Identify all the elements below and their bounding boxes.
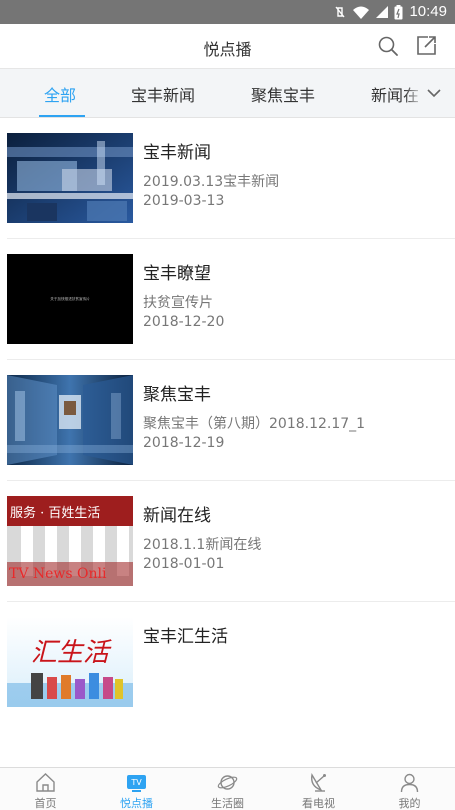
status-time: 10:49	[409, 3, 447, 20]
item-title: 宝丰新闻	[143, 143, 211, 163]
item-date: 2019-03-13	[143, 193, 225, 209]
item-subtitle: 2019.03.13宝丰新闻	[143, 174, 280, 190]
search-icon[interactable]	[378, 36, 398, 56]
signal-icon	[376, 6, 388, 18]
battery-icon	[394, 4, 403, 19]
status-bar: 10:49	[0, 0, 455, 24]
category-tabs: 全部 宝丰新闻 聚焦宝丰 新闻在	[0, 68, 455, 118]
wifi-icon	[353, 6, 369, 19]
nav-vod[interactable]: TV 悦点播	[91, 768, 182, 810]
thumbnail-calligraphy-text: 汇生活	[31, 638, 112, 668]
nav-mine[interactable]: 我的	[364, 768, 455, 810]
nav-life-circle[interactable]: 生活圈	[182, 768, 273, 810]
item-title: 聚焦宝丰	[143, 385, 211, 405]
vibrate-icon	[335, 6, 345, 18]
list-item[interactable]: 关于加快推进扶贫宣传片 宝丰瞭望 扶贫宣传片 2018-12-20	[0, 239, 455, 360]
list-item[interactable]: 宝丰新闻 2019.03.13宝丰新闻 2019-03-13	[0, 118, 455, 239]
nav-mine-label: 我的	[398, 797, 421, 810]
status-icons	[333, 4, 403, 20]
list-item[interactable]: 汇生活 宝丰汇生活	[0, 602, 455, 723]
thumbnail-title-card: 关于加快推进扶贫宣传片	[7, 254, 133, 344]
nav-home-label: 首页	[34, 797, 57, 810]
thumbnail-blue-screens	[7, 375, 133, 465]
app-header: 悦点播	[0, 24, 455, 68]
nav-vod-label: 悦点播	[120, 797, 153, 810]
tab-focus-baofeng[interactable]: 聚焦宝丰	[251, 82, 315, 106]
thumbnail-calligraphy: 汇生活	[7, 617, 133, 707]
nav-home[interactable]: 首页	[0, 768, 91, 810]
bottom-nav: 首页 TV 悦点播 生活圈 看电视 我的	[0, 767, 455, 810]
item-date: 2018-12-19	[143, 435, 225, 451]
nav-watch-tv[interactable]: 看电视	[273, 768, 364, 810]
tv-icon: TV	[127, 775, 146, 792]
user-icon	[400, 773, 419, 793]
item-subtitle: 2018.1.1新闻在线	[143, 537, 262, 553]
list-item[interactable]: 聚焦宝丰 聚焦宝丰（第八期）2018.12.17_1 2018-12-19	[0, 360, 455, 481]
item-subtitle: 聚焦宝丰（第八期）2018.12.17_1	[143, 416, 366, 432]
thumbnail-banner: 服务 · 百姓生活 TV News Onli	[7, 496, 133, 586]
tab-baofeng-news[interactable]: 宝丰新闻	[131, 82, 195, 106]
list-item[interactable]: 服务 · 百姓生活 TV News Onli 新闻在线 2018.1.1新闻在线…	[0, 481, 455, 602]
item-title: 宝丰汇生活	[143, 627, 228, 647]
planet-icon	[217, 775, 238, 790]
item-title: 新闻在线	[143, 506, 211, 526]
active-tab-indicator	[39, 115, 85, 117]
nav-watch-tv-label: 看电视	[302, 797, 335, 810]
thumbnail-banner-top-text: 服务 · 百姓生活	[10, 505, 100, 521]
thumbnail-banner-bottom-text: TV News Onli	[9, 566, 107, 582]
tab-all[interactable]: 全部	[44, 82, 76, 106]
chevron-down-icon[interactable]	[427, 87, 441, 99]
item-title: 宝丰瞭望	[143, 264, 211, 284]
nav-life-circle-label: 生活圈	[211, 797, 244, 810]
tv-icon-badge: TV	[130, 778, 142, 787]
share-edit-icon[interactable]	[416, 35, 437, 56]
thumbnail-news-studio	[7, 133, 133, 223]
satellite-dish-icon	[311, 773, 326, 792]
home-icon	[36, 773, 55, 792]
item-date: 2018-12-20	[143, 314, 225, 330]
item-subtitle: 扶贫宣传片	[143, 295, 213, 311]
thumbnail-card-text: 关于加快推进扶贫宣传片	[50, 296, 90, 301]
item-date: 2018-01-01	[143, 556, 225, 572]
